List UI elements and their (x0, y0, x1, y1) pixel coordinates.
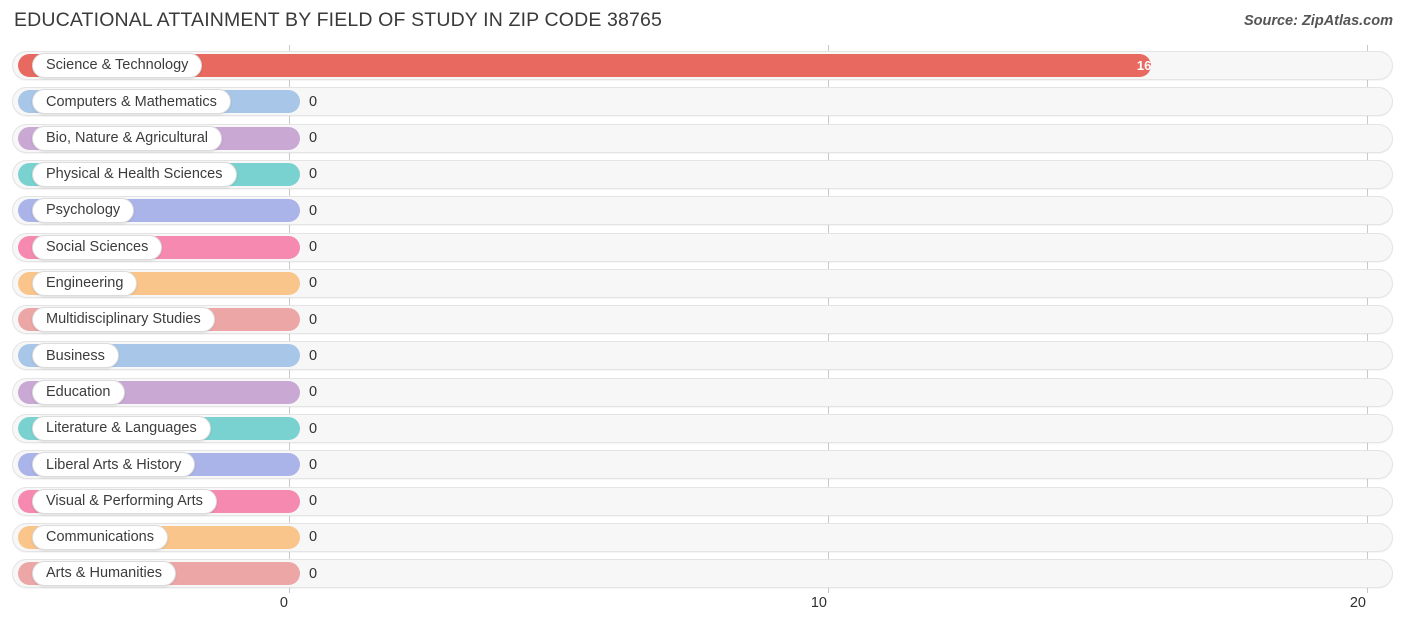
bar-category-label: Bio, Nature & Agricultural (32, 125, 222, 151)
bar-category-text: Multidisciplinary Studies (46, 311, 201, 328)
bar-category-text: Engineering (46, 275, 124, 292)
bar-value-label: 0 (309, 275, 318, 292)
bar-category-text: Visual & Performing Arts (46, 492, 203, 509)
bar-category-label: Computers & Mathematics (32, 89, 231, 115)
bar-value-label: 0 (309, 239, 318, 255)
bar-category-label: Business (32, 343, 119, 369)
bar-value-label: 0 (309, 202, 318, 219)
bar-category-text: Business (46, 347, 105, 364)
bar-value-label: 0 (309, 347, 318, 364)
chart-row: Arts & Humanities 0 (12, 559, 1393, 589)
bar-category-label: Multidisciplinary Studies (32, 307, 215, 333)
chart-row: Liberal Arts & History 0 (12, 450, 1393, 480)
chart-row: Communications 0 (12, 522, 1393, 552)
chart-row: Computers & Mathematics 0 (12, 87, 1393, 117)
bar-category-label: Psychology (32, 198, 135, 224)
bar-category-text: Arts & Humanities (46, 565, 163, 582)
bar-value-label: 0 (309, 420, 318, 437)
bar-value-label: 16 (1136, 58, 1152, 73)
chart-row: Engineering 0 (12, 268, 1393, 298)
bar-category-text: Bio, Nature & Agricultural (46, 129, 208, 146)
bar-category-text: Computers & Mathematics (46, 93, 217, 110)
chart-row: Business 0 (12, 341, 1393, 371)
bar-category-label: Liberal Arts & History (32, 452, 196, 478)
chart-row: Visual & Performing Arts 0 (12, 486, 1393, 516)
chart-row: Science & Technology 16 (12, 51, 1393, 80)
chart-row: Multidisciplinary Studies 0 (12, 305, 1393, 335)
bar-category-label: Visual & Performing Arts (32, 488, 217, 514)
bar-value-label: 0 (309, 130, 318, 147)
bar-category-label: Social Sciences (32, 234, 163, 260)
bar-category-text: Education (46, 383, 111, 400)
bar-category-text: Physical & Health Sciences (46, 166, 223, 183)
chart-row: Physical & Health Sciences 0 (12, 159, 1393, 189)
bar-value-label: 0 (309, 529, 318, 546)
chart-plot-area: Science & Technology 16 Computers & Mathem… (0, 45, 1406, 595)
chart-header: EDUCATIONAL ATTAINMENT BY FIELD OF STUDY… (0, 0, 1406, 44)
bar-value-label: 0 (309, 311, 318, 328)
bar-category-text: Science & Technology (46, 57, 189, 74)
chart-row: Bio, Nature & Agricultural 0 (12, 123, 1393, 153)
chart-row: Education 0 (12, 377, 1393, 407)
bar-category-label: Physical & Health Sciences (32, 161, 237, 187)
bar-category-label: Education (32, 379, 125, 405)
x-tick-label: 10 (810, 595, 827, 611)
chart-row: Literature & Languages 0 (12, 414, 1393, 443)
chart-row: Psychology 0 (12, 196, 1393, 226)
x-axis: 0 10 20 (0, 595, 1406, 631)
bar-category-text: Communications (46, 529, 154, 546)
bar-value-label: 0 (309, 565, 318, 582)
bar-category-label: Communications (32, 524, 168, 550)
bar-value-label: 0 (309, 493, 318, 510)
bar-category-text: Psychology (46, 202, 121, 219)
x-tick-label: 20 (1349, 595, 1366, 611)
bar-category-text: Literature & Languages (46, 420, 197, 437)
bar-category-text: Liberal Arts & History (46, 456, 182, 473)
chart-row: Social Sciences 0 (12, 232, 1393, 262)
bar-category-label: Arts & Humanities (32, 561, 177, 587)
bar-category-text: Social Sciences (46, 238, 149, 255)
source-attribution: Source: ZipAtlas.com (1243, 13, 1393, 29)
bar-value-label: 0 (309, 456, 318, 473)
bar-value-label: 0 (309, 93, 318, 110)
x-tick-label: 0 (279, 595, 288, 611)
page-title: EDUCATIONAL ATTAINMENT BY FIELD OF STUDY… (14, 9, 663, 31)
bar-category-label: Engineering (32, 270, 138, 296)
bar-value-label: 0 (309, 384, 318, 401)
bar-category-label: Literature & Languages (32, 416, 211, 441)
bar-category-label: Science & Technology (32, 53, 203, 78)
bar-value-label: 0 (309, 166, 318, 183)
